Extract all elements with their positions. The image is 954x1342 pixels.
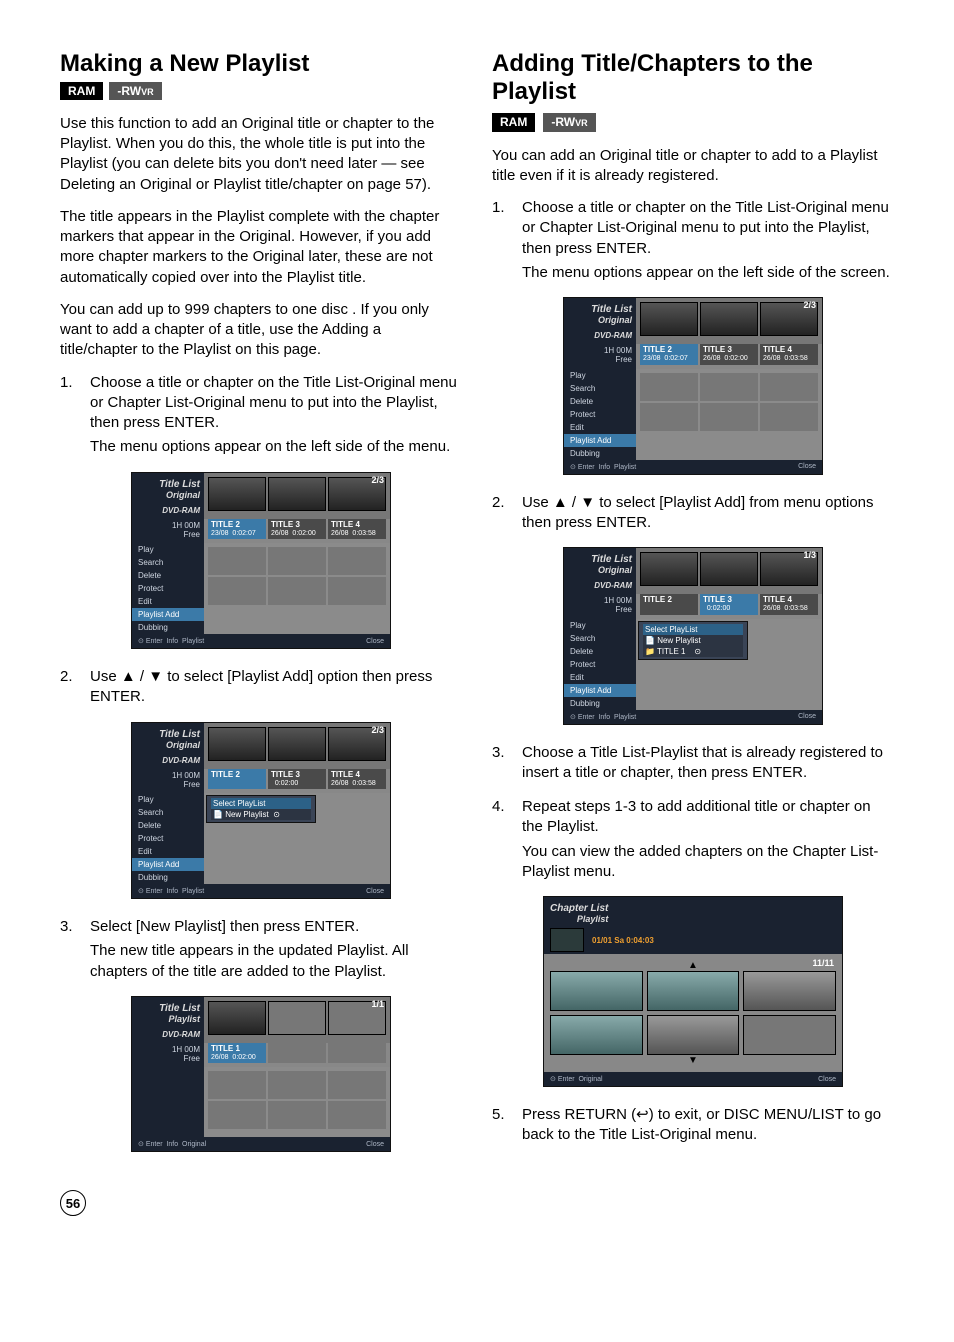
- left-step-3: 3. Select [New Playlist] then press ENTE…: [60, 917, 462, 982]
- right-step-1: 1. Choose a title or chapter on the Titl…: [492, 198, 894, 283]
- ui-screenshot-right-3: Chapter List Playlist 01/01 Sa 0:04:03 ▲…: [543, 896, 843, 1087]
- ui-screenshot-right-1: Title List Original DVD-RAM 2/3 1H 00MFr…: [563, 297, 823, 474]
- left-column: Making a New Playlist RAM -RWVR Use this…: [60, 50, 462, 1170]
- right-column: Adding Title/Chapters to the Playlist RA…: [492, 50, 894, 1170]
- badge-rwvr: -RWVR: [109, 82, 161, 100]
- page-number: 56: [60, 1190, 86, 1216]
- ui-screenshot-left-3: Title List Playlist DVD-RAM 1/1 1H 00MFr…: [131, 996, 391, 1152]
- right-step-4: 4. Repeat steps 1-3 to add additional ti…: [492, 797, 894, 882]
- right-title: Adding Title/Chapters to the Playlist: [492, 50, 894, 105]
- right-paragraph-1: You can add an Original title or chapter…: [492, 146, 894, 187]
- left-step-1: 1. Choose a title or chapter on the Titl…: [60, 373, 462, 458]
- badge-rwvr-r: -RWVR: [543, 113, 595, 131]
- right-step-2: 2. Use ▲ / ▼ to select [Playlist Add] fr…: [492, 493, 894, 534]
- left-step-2: 2. Use ▲ / ▼ to select [Playlist Add] op…: [60, 667, 462, 708]
- left-paragraph-2: The title appears in the Playlist comple…: [60, 207, 462, 288]
- left-steps: 1. Choose a title or chapter on the Titl…: [60, 373, 462, 458]
- badge-ram: RAM: [60, 82, 103, 100]
- left-paragraph-3: You can add up to 999 chapters to one di…: [60, 300, 462, 361]
- ui-screenshot-right-2: Title List Original DVD-RAM 1/3 1H 00MFr…: [563, 547, 823, 724]
- return-icon: ↪: [636, 1105, 649, 1125]
- ui-screenshot-left-2: Title List Original DVD-RAM 2/3 1H 00MFr…: [131, 722, 391, 899]
- right-step-3: 3. Choose a Title List-Playlist that is …: [492, 743, 894, 784]
- left-title: Making a New Playlist: [60, 50, 462, 78]
- badge-ram-r: RAM: [492, 113, 535, 131]
- left-paragraph-1: Use this function to add an Original tit…: [60, 114, 462, 195]
- left-format-badges: RAM -RWVR: [60, 82, 462, 100]
- ui-screenshot-left-1: Title List Original DVD-RAM 2/3 1H 00MFr…: [131, 472, 391, 649]
- right-step-5: 5. Press RETURN (↪) to exit, or DISC MEN…: [492, 1105, 894, 1146]
